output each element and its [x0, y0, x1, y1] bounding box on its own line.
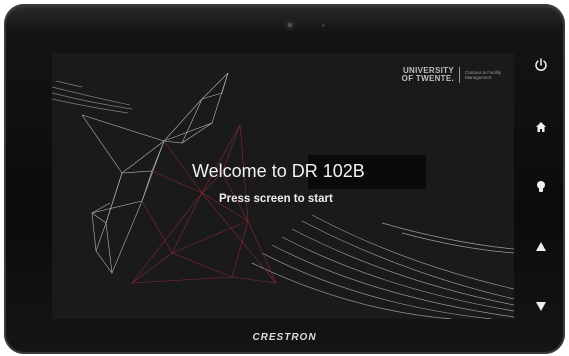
- home-icon: [536, 122, 546, 132]
- power-button[interactable]: [527, 51, 555, 79]
- camera-icon: [285, 20, 295, 30]
- volume-down-button[interactable]: [527, 292, 555, 320]
- dept-line2: Management: [465, 75, 492, 80]
- light-button[interactable]: [527, 173, 555, 201]
- up-arrow-icon: [536, 241, 546, 251]
- home-button[interactable]: [527, 113, 555, 141]
- volume-up-button[interactable]: [527, 232, 555, 260]
- start-prompt[interactable]: Press screen to start: [219, 191, 333, 207]
- power-icon: [535, 58, 547, 71]
- down-arrow-icon: [536, 301, 546, 311]
- crestron-logo: CRESTRON: [252, 332, 317, 343]
- light-sensor: [322, 24, 325, 27]
- background-artwork: [52, 72, 514, 319]
- welcome-title: Welcome to DR 102B: [192, 161, 365, 181]
- lightbulb-icon: [537, 181, 545, 192]
- touch-screen[interactable]: UNIVERSITY OF TWENTE. Campus & Facility …: [52, 53, 514, 319]
- logo-divider: [459, 67, 460, 83]
- logo-line2: OF TWENTE.: [401, 74, 454, 83]
- university-logo: UNIVERSITY OF TWENTE. Campus & Facility …: [394, 67, 505, 83]
